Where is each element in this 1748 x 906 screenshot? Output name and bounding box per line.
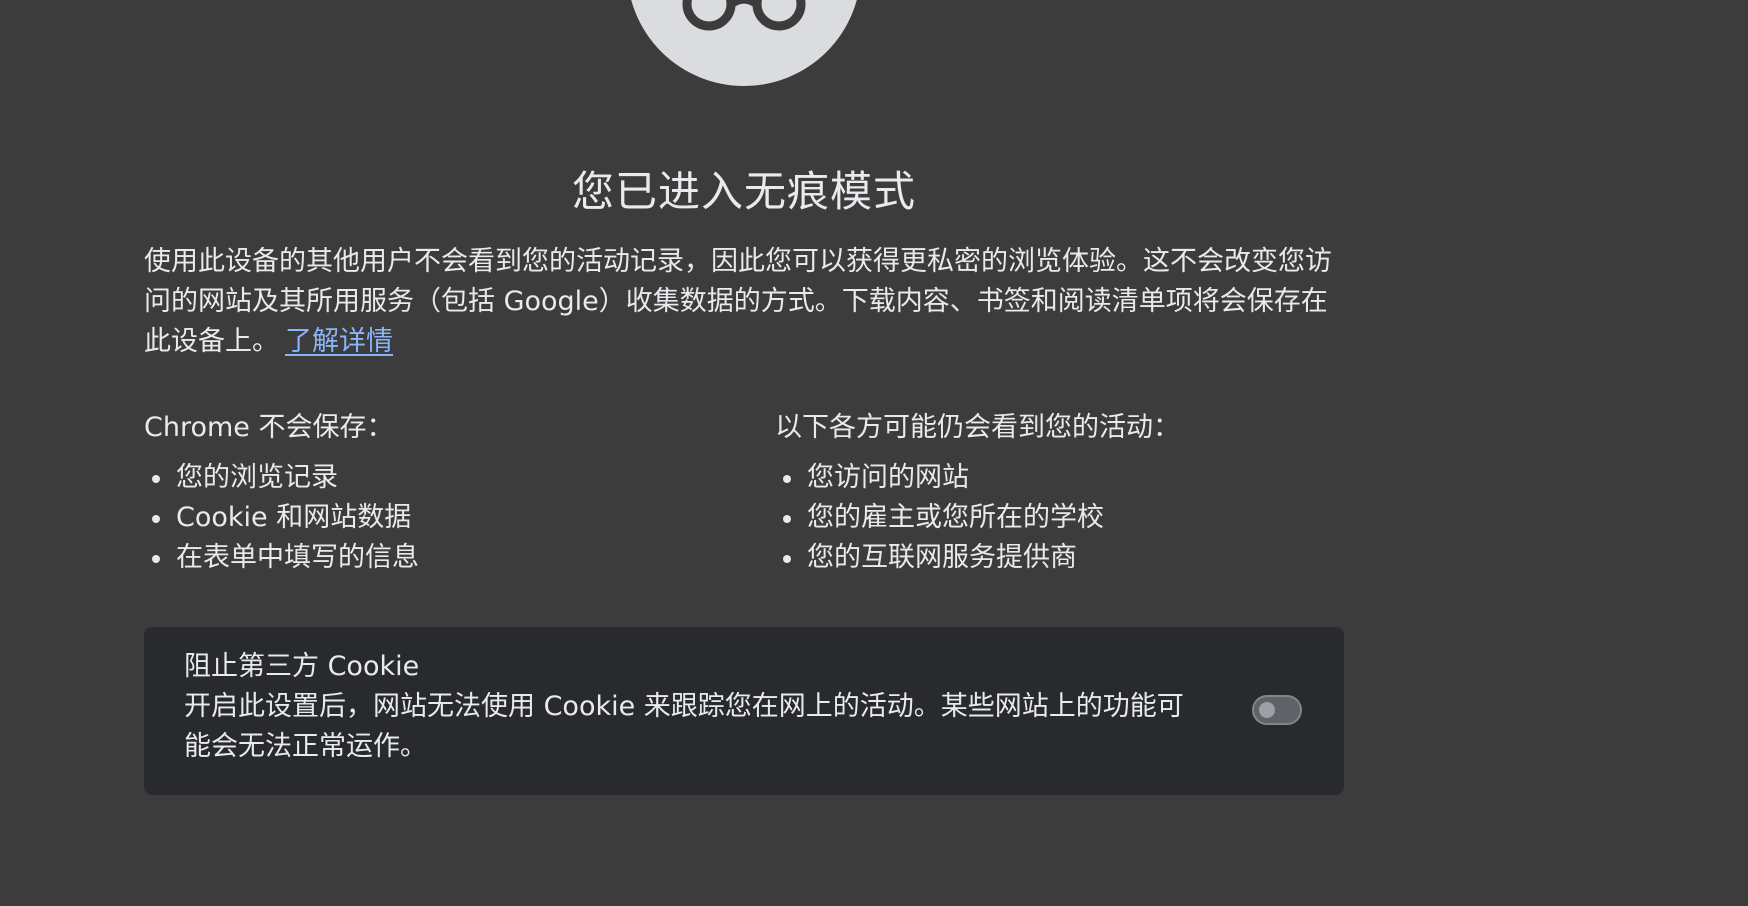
not-saved-title: Chrome 不会保存： <box>144 412 394 443</box>
main-content: 使用此设备的其他用户不会看到您的活动记录，因此您可以获得更私密的浏览体验。这不会… <box>144 242 1344 573</box>
bullet-icon <box>152 555 160 563</box>
intro-paragraph: 使用此设备的其他用户不会看到您的活动记录，因此您可以获得更私密的浏览体验。这不会… <box>144 242 1344 362</box>
may-see-list: 您访问的网站 您的雇主或您所在的学校 您的互联网服务提供商 <box>775 458 1335 578</box>
cookie-description: 开启此设置后，网站无法使用 Cookie 来跟踪您在网上的活动。某些网站上的功能… <box>184 691 1184 762</box>
third-party-cookie-card: 阻止第三方 Cookie 开启此设置后，网站无法使用 Cookie 来跟踪您在网… <box>144 627 1344 795</box>
cookie-title: 阻止第三方 Cookie <box>184 651 420 682</box>
block-cookies-toggle[interactable] <box>1252 695 1302 725</box>
bullet-icon <box>152 475 160 483</box>
list-item-label: Cookie 和网站数据 <box>176 502 412 533</box>
bullet-icon <box>783 515 791 523</box>
bullet-icon <box>152 515 160 523</box>
toggle-knob <box>1259 702 1275 718</box>
glasses-icon <box>682 0 806 31</box>
list-item-label: 您的雇主或您所在的学校 <box>807 502 1104 533</box>
list-item: 在表单中填写的信息 <box>144 538 704 578</box>
incognito-page: 您已进入无痕模式 使用此设备的其他用户不会看到您的活动记录，因此您可以获得更私密… <box>0 0 1748 906</box>
list-item-label: 您的互联网服务提供商 <box>807 542 1077 573</box>
not-saved-section: Chrome 不会保存： 您的浏览记录 Cookie 和网站数据 在表单中填写的… <box>144 408 704 578</box>
may-see-title: 以下各方可能仍会看到您的活动： <box>775 412 1180 443</box>
incognito-icon <box>627 0 861 86</box>
list-item-label: 您访问的网站 <box>807 462 969 493</box>
list-item: 您访问的网站 <box>775 458 1335 498</box>
list-item: 您的浏览记录 <box>144 458 704 498</box>
learn-more-link[interactable]: 了解详情 <box>285 326 393 357</box>
info-columns: Chrome 不会保存： 您的浏览记录 Cookie 和网站数据 在表单中填写的… <box>144 408 1344 578</box>
not-saved-list: 您的浏览记录 Cookie 和网站数据 在表单中填写的信息 <box>144 458 704 578</box>
page-title: 您已进入无痕模式 <box>571 167 916 217</box>
may-see-section: 以下各方可能仍会看到您的活动： 您访问的网站 您的雇主或您所在的学校 您的互联网… <box>775 408 1335 578</box>
list-item: 您的互联网服务提供商 <box>775 538 1335 578</box>
list-item-label: 在表单中填写的信息 <box>176 542 419 573</box>
list-item: 您的雇主或您所在的学校 <box>775 498 1335 538</box>
list-item: Cookie 和网站数据 <box>144 498 704 538</box>
cookie-text: 阻止第三方 Cookie 开启此设置后，网站无法使用 Cookie 来跟踪您在网… <box>184 647 1204 767</box>
list-item-label: 您的浏览记录 <box>176 462 338 493</box>
bullet-icon <box>783 555 791 563</box>
bullet-icon <box>783 475 791 483</box>
